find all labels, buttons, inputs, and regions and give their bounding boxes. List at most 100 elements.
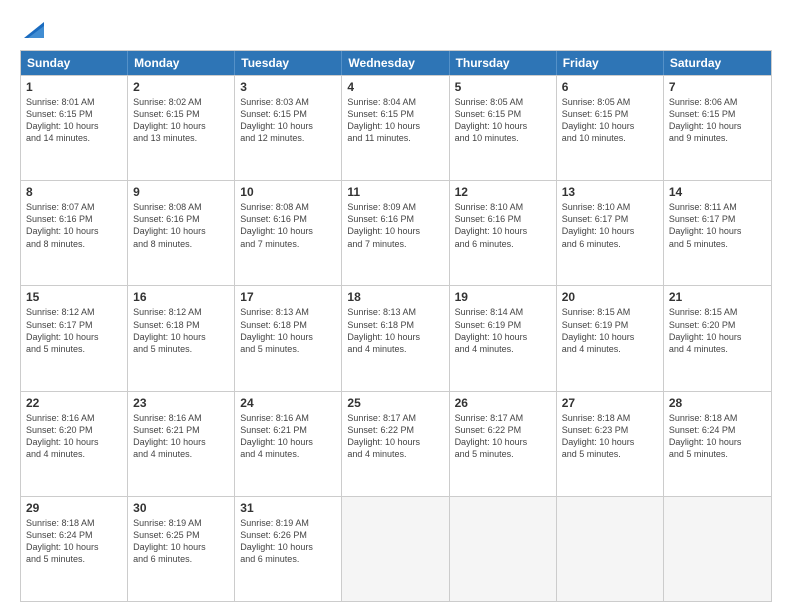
day-info: Sunrise: 8:11 AMSunset: 6:17 PMDaylight:… xyxy=(669,201,766,250)
day-info: Sunrise: 8:18 AMSunset: 6:23 PMDaylight:… xyxy=(562,412,658,461)
day-number: 13 xyxy=(562,185,658,199)
cal-cell: 2 Sunrise: 8:02 AMSunset: 6:15 PMDaylight… xyxy=(128,76,235,180)
day-info: Sunrise: 8:12 AMSunset: 6:18 PMDaylight:… xyxy=(133,306,229,355)
cal-cell: 31Sunrise: 8:19 AMSunset: 6:26 PMDayligh… xyxy=(235,497,342,601)
day-number: 30 xyxy=(133,501,229,515)
page: SundayMondayTuesdayWednesdayThursdayFrid… xyxy=(0,0,792,612)
cal-cell: 9 Sunrise: 8:08 AMSunset: 6:16 PMDaylight… xyxy=(128,181,235,285)
cal-cell: 21 Sunrise: 8:15 AMSunset: 6:20 PMDayligh… xyxy=(664,286,771,390)
day-number: 14 xyxy=(669,185,766,199)
day-info: Sunrise: 8:10 AMSunset: 6:17 PMDaylight:… xyxy=(562,201,658,250)
cal-cell: 30 Sunrise: 8:19 AMSunset: 6:25 PMDayligh… xyxy=(128,497,235,601)
day-info: Sunrise: 8:03 AMSunset: 6:15 PMDaylight:… xyxy=(240,96,336,145)
cal-cell: 4 Sunrise: 8:04 AMSunset: 6:15 PMDaylight… xyxy=(342,76,449,180)
day-info: Sunrise: 8:02 AMSunset: 6:15 PMDaylight:… xyxy=(133,96,229,145)
day-info: Sunrise: 8:08 AMSunset: 6:16 PMDaylight:… xyxy=(240,201,336,250)
day-number: 2 xyxy=(133,80,229,94)
day-info: Sunrise: 8:06 AMSunset: 6:15 PMDaylight:… xyxy=(669,96,766,145)
cal-week-2: 8 Sunrise: 8:07 AMSunset: 6:16 PMDaylight… xyxy=(21,180,771,285)
day-info: Sunrise: 8:07 AMSunset: 6:16 PMDaylight:… xyxy=(26,201,122,250)
day-number: 29 xyxy=(26,501,122,515)
day-info: Sunrise: 8:14 AMSunset: 6:19 PMDaylight:… xyxy=(455,306,551,355)
cal-cell xyxy=(450,497,557,601)
day-info: Sunrise: 8:17 AMSunset: 6:22 PMDaylight:… xyxy=(455,412,551,461)
cal-header-thursday: Thursday xyxy=(450,51,557,75)
cal-cell: 27Sunrise: 8:18 AMSunset: 6:23 PMDayligh… xyxy=(557,392,664,496)
cal-cell: 13 Sunrise: 8:10 AMSunset: 6:17 PMDayligh… xyxy=(557,181,664,285)
day-number: 8 xyxy=(26,185,122,199)
day-number: 4 xyxy=(347,80,443,94)
day-number: 25 xyxy=(347,396,443,410)
day-info: Sunrise: 8:10 AMSunset: 6:16 PMDaylight:… xyxy=(455,201,551,250)
day-number: 19 xyxy=(455,290,551,304)
cal-header-saturday: Saturday xyxy=(664,51,771,75)
day-number: 17 xyxy=(240,290,336,304)
cal-cell: 18 Sunrise: 8:13 AMSunset: 6:18 PMDayligh… xyxy=(342,286,449,390)
day-info: Sunrise: 8:01 AMSunset: 6:15 PMDaylight:… xyxy=(26,96,122,145)
cal-cell: 19 Sunrise: 8:14 AMSunset: 6:19 PMDayligh… xyxy=(450,286,557,390)
cal-cell: 23 Sunrise: 8:16 AMSunset: 6:21 PMDayligh… xyxy=(128,392,235,496)
cal-cell: 8 Sunrise: 8:07 AMSunset: 6:16 PMDaylight… xyxy=(21,181,128,285)
cal-header-wednesday: Wednesday xyxy=(342,51,449,75)
day-info: Sunrise: 8:15 AMSunset: 6:20 PMDaylight:… xyxy=(669,306,766,355)
cal-cell: 3 Sunrise: 8:03 AMSunset: 6:15 PMDaylight… xyxy=(235,76,342,180)
day-info: Sunrise: 8:12 AMSunset: 6:17 PMDaylight:… xyxy=(26,306,122,355)
day-number: 18 xyxy=(347,290,443,304)
day-info: Sunrise: 8:19 AMSunset: 6:25 PMDaylight:… xyxy=(133,517,229,566)
cal-header-sunday: Sunday xyxy=(21,51,128,75)
day-number: 3 xyxy=(240,80,336,94)
day-info: Sunrise: 8:05 AMSunset: 6:15 PMDaylight:… xyxy=(562,96,658,145)
day-number: 22 xyxy=(26,396,122,410)
day-number: 21 xyxy=(669,290,766,304)
cal-cell: 28 Sunrise: 8:18 AMSunset: 6:24 PMDayligh… xyxy=(664,392,771,496)
day-number: 16 xyxy=(133,290,229,304)
cal-cell: 20 Sunrise: 8:15 AMSunset: 6:19 PMDayligh… xyxy=(557,286,664,390)
cal-cell: 29 Sunrise: 8:18 AMSunset: 6:24 PMDayligh… xyxy=(21,497,128,601)
day-number: 28 xyxy=(669,396,766,410)
day-info: Sunrise: 8:09 AMSunset: 6:16 PMDaylight:… xyxy=(347,201,443,250)
calendar: SundayMondayTuesdayWednesdayThursdayFrid… xyxy=(20,50,772,602)
cal-cell: 16 Sunrise: 8:12 AMSunset: 6:18 PMDayligh… xyxy=(128,286,235,390)
day-info: Sunrise: 8:18 AMSunset: 6:24 PMDaylight:… xyxy=(26,517,122,566)
logo-icon xyxy=(20,18,48,40)
day-info: Sunrise: 8:16 AMSunset: 6:21 PMDaylight:… xyxy=(133,412,229,461)
cal-cell: 6Sunrise: 8:05 AMSunset: 6:15 PMDaylight… xyxy=(557,76,664,180)
day-number: 7 xyxy=(669,80,766,94)
cal-cell xyxy=(664,497,771,601)
day-number: 20 xyxy=(562,290,658,304)
day-number: 11 xyxy=(347,185,443,199)
day-number: 5 xyxy=(455,80,551,94)
calendar-header: SundayMondayTuesdayWednesdayThursdayFrid… xyxy=(21,51,771,75)
calendar-body: 1 Sunrise: 8:01 AMSunset: 6:15 PMDaylight… xyxy=(21,75,771,601)
day-info: Sunrise: 8:08 AMSunset: 6:16 PMDaylight:… xyxy=(133,201,229,250)
cal-week-4: 22Sunrise: 8:16 AMSunset: 6:20 PMDayligh… xyxy=(21,391,771,496)
day-info: Sunrise: 8:16 AMSunset: 6:21 PMDaylight:… xyxy=(240,412,336,461)
cal-cell: 1 Sunrise: 8:01 AMSunset: 6:15 PMDaylight… xyxy=(21,76,128,180)
cal-cell: 14 Sunrise: 8:11 AMSunset: 6:17 PMDayligh… xyxy=(664,181,771,285)
cal-cell: 7 Sunrise: 8:06 AMSunset: 6:15 PMDaylight… xyxy=(664,76,771,180)
cal-cell xyxy=(342,497,449,601)
cal-cell: 25 Sunrise: 8:17 AMSunset: 6:22 PMDayligh… xyxy=(342,392,449,496)
cal-cell: 12Sunrise: 8:10 AMSunset: 6:16 PMDayligh… xyxy=(450,181,557,285)
cal-cell: 15 Sunrise: 8:12 AMSunset: 6:17 PMDayligh… xyxy=(21,286,128,390)
cal-cell: 10 Sunrise: 8:08 AMSunset: 6:16 PMDayligh… xyxy=(235,181,342,285)
day-number: 31 xyxy=(240,501,336,515)
day-number: 9 xyxy=(133,185,229,199)
logo xyxy=(20,18,48,40)
cal-header-tuesday: Tuesday xyxy=(235,51,342,75)
cal-cell: 11 Sunrise: 8:09 AMSunset: 6:16 PMDayligh… xyxy=(342,181,449,285)
day-number: 23 xyxy=(133,396,229,410)
day-number: 10 xyxy=(240,185,336,199)
day-info: Sunrise: 8:13 AMSunset: 6:18 PMDaylight:… xyxy=(240,306,336,355)
day-info: Sunrise: 8:18 AMSunset: 6:24 PMDaylight:… xyxy=(669,412,766,461)
day-info: Sunrise: 8:17 AMSunset: 6:22 PMDaylight:… xyxy=(347,412,443,461)
day-number: 15 xyxy=(26,290,122,304)
day-number: 26 xyxy=(455,396,551,410)
cal-week-3: 15 Sunrise: 8:12 AMSunset: 6:17 PMDayligh… xyxy=(21,285,771,390)
day-info: Sunrise: 8:13 AMSunset: 6:18 PMDaylight:… xyxy=(347,306,443,355)
day-info: Sunrise: 8:15 AMSunset: 6:19 PMDaylight:… xyxy=(562,306,658,355)
day-info: Sunrise: 8:04 AMSunset: 6:15 PMDaylight:… xyxy=(347,96,443,145)
cal-cell: 22Sunrise: 8:16 AMSunset: 6:20 PMDayligh… xyxy=(21,392,128,496)
cal-week-5: 29 Sunrise: 8:18 AMSunset: 6:24 PMDayligh… xyxy=(21,496,771,601)
day-number: 1 xyxy=(26,80,122,94)
